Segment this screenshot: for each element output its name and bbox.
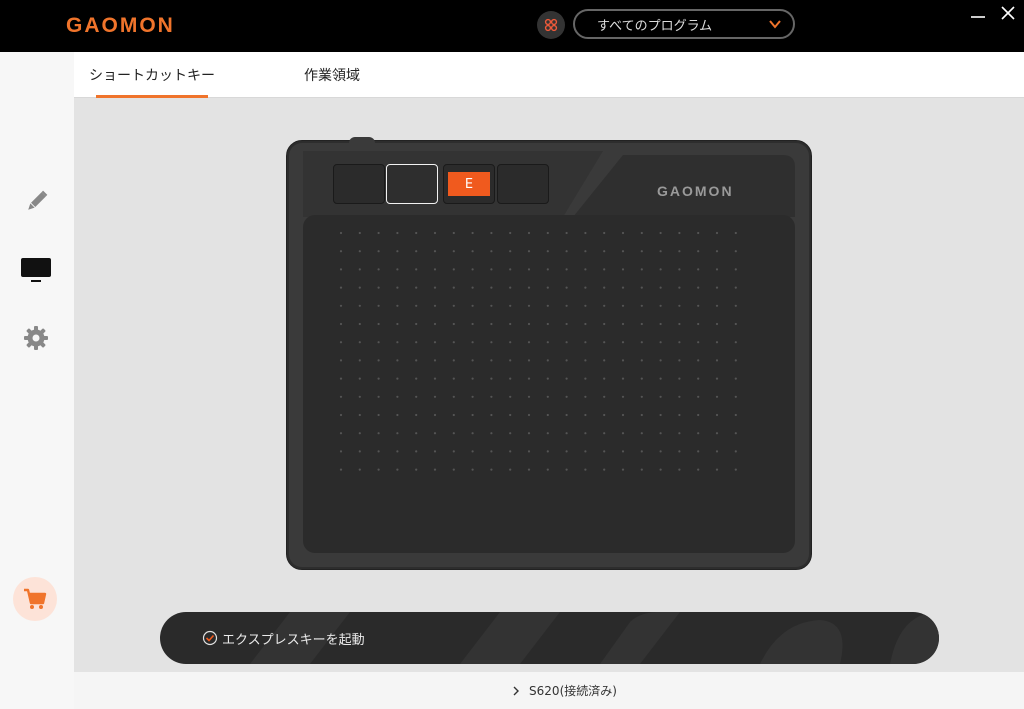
program-select-value: すべてのプログラム <box>597 18 713 34</box>
close-button[interactable] <box>996 0 1020 26</box>
express-key-label-text: エクスプレスキーを起動 <box>222 633 365 648</box>
tablet-nub <box>349 137 375 145</box>
minimize-icon <box>971 16 985 18</box>
device-status-bar[interactable]: S620(接続済み) <box>74 672 1024 709</box>
tab-bar: ショートカットキー 作業領域 <box>74 52 1024 98</box>
device-status: S620(接続済み) <box>529 684 617 698</box>
sidebar-item-tablet[interactable] <box>14 248 58 292</box>
close-icon <box>1001 6 1015 20</box>
cart-icon <box>24 588 47 609</box>
minimize-button[interactable] <box>966 0 990 26</box>
tab-label: 作業領域 <box>304 68 360 84</box>
express-key-3[interactable]: E <box>443 164 495 204</box>
apps-icon <box>544 18 558 32</box>
express-key-checkbox[interactable] <box>202 630 218 646</box>
tab-shortcut-keys[interactable]: ショートカットキー <box>74 52 230 98</box>
tablet-active-area <box>303 215 795 553</box>
gear-icon <box>24 326 48 350</box>
sidebar-item-settings[interactable] <box>14 316 58 360</box>
app-logo: GAOMON <box>66 14 175 37</box>
title-bar: GAOMON すべてのプログラム <box>0 0 1024 52</box>
express-key-2[interactable] <box>386 164 438 204</box>
express-key-bar: エクスプレスキーを起動 <box>160 612 939 664</box>
active-area-grid <box>339 231 737 471</box>
monitor-icon <box>21 258 51 282</box>
tab-work-area[interactable]: 作業領域 <box>274 52 390 98</box>
tablet-illustration: GAOMON E <box>286 137 812 570</box>
sidebar <box>0 52 74 709</box>
program-select[interactable]: すべてのプログラム <box>573 9 795 39</box>
express-key-label: E <box>448 172 490 196</box>
express-key-4[interactable] <box>497 164 549 204</box>
pen-icon <box>28 190 48 210</box>
program-list-button[interactable] <box>537 11 565 39</box>
sidebar-item-pen[interactable] <box>14 180 58 224</box>
express-key-1[interactable] <box>333 164 385 204</box>
tab-label: ショートカットキー <box>89 68 215 84</box>
tablet-brand: GAOMON <box>657 183 734 199</box>
chevron-down-icon <box>769 20 781 29</box>
chevron-right-icon <box>513 686 520 695</box>
shop-button[interactable] <box>13 577 57 621</box>
main-panel: GAOMON E エクスプレスキーを起動 <box>74 98 1024 672</box>
